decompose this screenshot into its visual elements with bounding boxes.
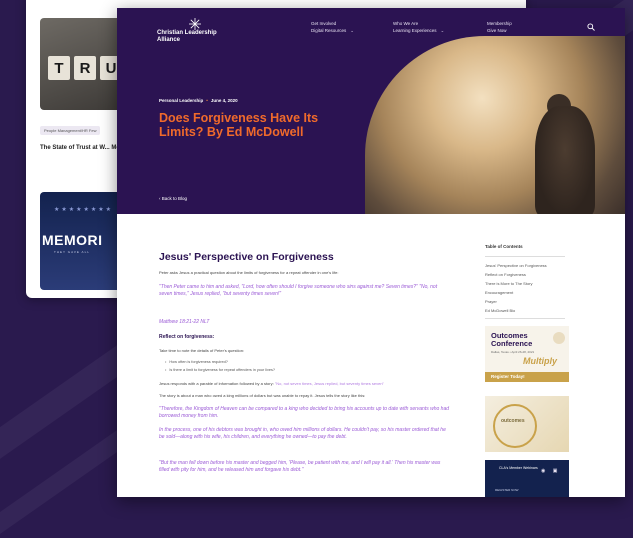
toc-title: Table of Contents [485, 244, 523, 249]
register-button[interactable]: Register Today! [485, 372, 569, 382]
inline-quote-link[interactable]: "No, not seven times, Jesus replied, but… [275, 381, 384, 386]
scripture-reference: Matthew 18:21-22 NLT [159, 319, 210, 325]
logo-text: Christian Leadership Alliance [157, 30, 217, 43]
section-subheading: Reflect on forgiveness: [159, 334, 215, 340]
post-date: June 4, 2020 [210, 98, 238, 103]
toc-divider [485, 318, 565, 319]
ad-script-text: Multiply [523, 356, 557, 366]
post-meta: Personal Leadership • June 4, 2020 [159, 98, 238, 103]
star-burst-icon [189, 18, 201, 30]
list-item: Is there a limit to forgiveness for repe… [165, 368, 275, 372]
stars-decoration: ★★★★★★★★ [54, 207, 114, 213]
memorial-subtext: THEY GAVE ALL [54, 250, 90, 254]
nav-item-get-involved[interactable]: Get Involved [311, 20, 354, 27]
nav-item-membership[interactable]: Membership [487, 20, 512, 27]
back-to-blog-link[interactable]: ‹ Back to Blog [159, 196, 187, 201]
ad-footer-text: REGISTER NOW [495, 488, 519, 492]
scripture-quote: "Then Peter came to him and asked, "Lord… [159, 284, 438, 297]
site-logo[interactable]: Christian Leadership Alliance [157, 18, 217, 43]
chevron-down-icon: ⌄ [350, 28, 355, 33]
memorial-text: MEMORI [42, 232, 103, 248]
toc-item[interactable]: Reflect on Forgiveness [485, 272, 526, 277]
nav-item-give-now[interactable]: Give Now [487, 27, 512, 34]
parable-quote: "Therefore, the Kingdom of Heaven can be… [159, 406, 450, 419]
article-heading: Jesus' Perspective on Forgiveness [159, 251, 334, 263]
nav-item-learning-experiences[interactable]: Learning Experiences ⌄ [393, 27, 444, 34]
ad-title: Outcomes Conference [491, 332, 532, 348]
hero-image [365, 36, 625, 214]
nav-group-2: Who We Are Learning Experiences ⌄ [393, 20, 444, 34]
hero-banner: Christian Leadership Alliance Get Involv… [117, 8, 625, 214]
search-icon[interactable] [587, 18, 595, 36]
chevron-down-icon: ⌄ [440, 28, 445, 33]
ad-text: CLA's Member Webinars [499, 466, 538, 470]
nav-label: Digital Resources [311, 28, 347, 33]
parable-quote: "But the man fell down before his master… [159, 460, 441, 473]
paragraph: The story is about a man who owed a king… [159, 393, 366, 398]
toc-item[interactable]: Prayer [485, 299, 497, 304]
bullet-separator: • [206, 98, 208, 103]
nav-group-1: Get Involved Digital Resources ⌄ [311, 20, 354, 34]
toc-item[interactable]: There is More to The Story [485, 281, 533, 286]
ad-text: outcomes [501, 418, 525, 424]
paragraph: Take time to note the details of Peter's… [159, 348, 245, 353]
nav-label: Learning Experiences [393, 28, 437, 33]
webinar-icons: ◉ ▣ [541, 468, 561, 474]
ad-title-line: Conference [491, 339, 533, 348]
conference-badge [553, 332, 565, 344]
category-tag[interactable]: People Management/HR Few [40, 126, 101, 135]
letter-tile: R [74, 56, 96, 80]
nav-group-3: Membership Give Now [487, 20, 512, 34]
outcomes-conference-ad[interactable]: Outcomes Conference Dallas, Texas • April… [485, 326, 569, 382]
parable-quote: In the process, one of his debtors was b… [159, 427, 446, 440]
post-category[interactable]: Personal Leadership [159, 98, 203, 103]
webinar-ad[interactable]: CLA's Member Webinars ◉ ▣ REGISTER NOW [485, 460, 569, 497]
paragraph: Jesus responds with a parable of informa… [159, 381, 384, 386]
nav-item-who-we-are[interactable]: Who We Are [393, 20, 444, 27]
kneeling-figure [535, 106, 595, 214]
toc-item[interactable]: Encouragement [485, 290, 513, 295]
toc-item[interactable]: Ed McDowell Bio [485, 308, 515, 313]
outcomes-ad[interactable]: outcomes [485, 396, 569, 452]
ring-logo [493, 404, 537, 448]
response-text: Jesus responds with a parable of informa… [159, 381, 274, 386]
letter-tile: T [48, 56, 70, 80]
list-item: How often is forgiveness required? [165, 360, 227, 364]
toc-item[interactable]: Jesus' Perspective on Forgiveness [485, 263, 547, 268]
blog-post-window: Christian Leadership Alliance Get Involv… [117, 8, 625, 497]
post-title: Does Forgiveness Have Its Limits? By Ed … [159, 111, 319, 139]
intro-paragraph: Peter asks Jesus a practical question ab… [159, 270, 339, 275]
letter-tiles: T R U [48, 56, 122, 80]
ad-subtitle: Dallas, Texas • April 26-28, 2021 [491, 350, 535, 354]
toc-divider [485, 256, 565, 257]
nav-item-digital-resources[interactable]: Digital Resources ⌄ [311, 27, 354, 34]
